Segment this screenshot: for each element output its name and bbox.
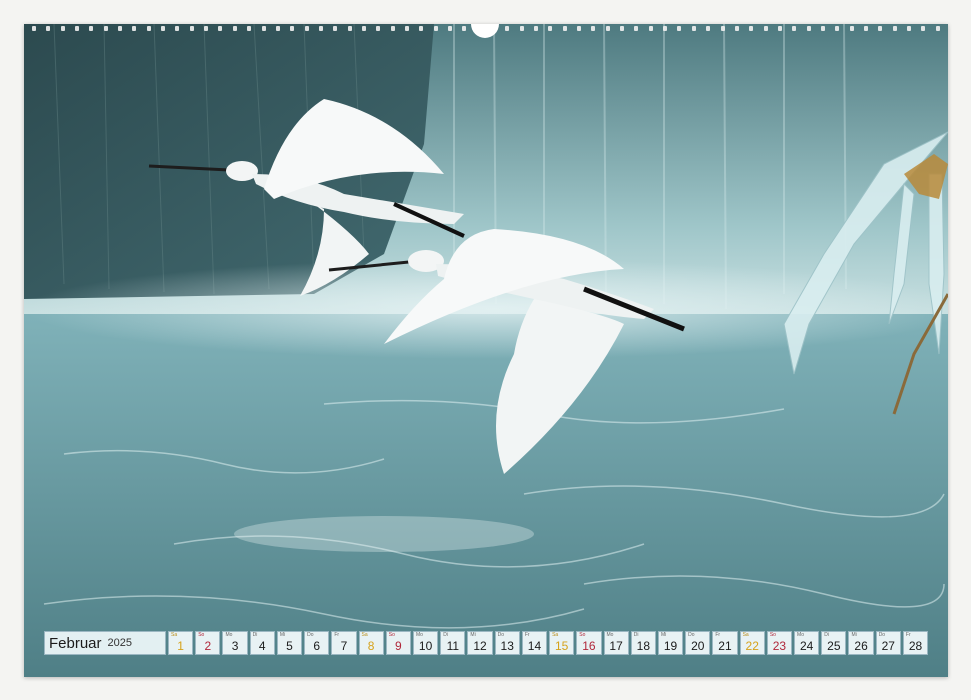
- day-cell: Sa 22: [739, 631, 765, 655]
- day-number: 16: [582, 639, 596, 653]
- day-number: 28: [908, 639, 923, 653]
- month-year: 2025: [107, 637, 133, 649]
- month-label: Februar 2025: [44, 631, 166, 655]
- day-number: 23: [772, 639, 787, 653]
- weekday-abbr: Mi: [279, 632, 286, 638]
- weekday-abbr: Do: [688, 632, 695, 638]
- day-cell: Di 25: [821, 631, 847, 655]
- day-cell: Do 27: [875, 631, 901, 655]
- day-number: 24: [799, 639, 814, 653]
- day-number: 8: [367, 639, 375, 653]
- day-cell: So 9: [385, 631, 411, 655]
- weekday-abbr: So: [198, 632, 205, 638]
- day-cell: Do 20: [685, 631, 711, 655]
- day-number: 27: [881, 639, 895, 653]
- weekday-abbr: Do: [497, 632, 505, 638]
- day-cell: Fr 28: [902, 631, 929, 655]
- weekday-abbr: Mo: [225, 632, 233, 638]
- day-number: 19: [663, 639, 678, 653]
- day-cell: Di 11: [440, 631, 466, 655]
- day-number: 25: [827, 639, 841, 653]
- weekday-abbr: Sa: [171, 632, 178, 638]
- day-number: 10: [418, 639, 433, 653]
- day-number: 26: [854, 639, 868, 653]
- weekday-abbr: Fr: [715, 632, 721, 638]
- day-number: 2: [204, 639, 212, 653]
- month-name: Februar: [49, 634, 102, 652]
- day-cell: Di 4: [249, 631, 275, 655]
- day-number: 4: [258, 639, 266, 653]
- day-number: 5: [286, 639, 293, 653]
- day-cell: Di 18: [630, 631, 656, 655]
- weekday-abbr: So: [388, 632, 395, 638]
- day-cell: Mo 24: [794, 631, 820, 655]
- day-number: 6: [313, 639, 321, 653]
- weekday-abbr: Fr: [524, 632, 530, 638]
- day-cell: Mi 26: [848, 631, 874, 655]
- day-number: 9: [395, 639, 402, 653]
- day-number: 3: [231, 639, 239, 653]
- weekday-abbr: Di: [824, 632, 829, 638]
- day-number: 12: [473, 639, 487, 653]
- weekday-abbr: Di: [633, 632, 639, 638]
- weekday-abbr: Sa: [552, 632, 559, 638]
- weekday-abbr: Mo: [415, 632, 423, 638]
- weekday-abbr: Do: [307, 632, 314, 638]
- weekday-abbr: Fr: [905, 632, 911, 638]
- day-cell: Fr 7: [331, 631, 357, 655]
- weekday-abbr: Mi: [851, 632, 857, 638]
- day-number: 20: [691, 639, 705, 653]
- day-cell: Mi 12: [467, 631, 493, 655]
- day-cell: So 16: [576, 631, 602, 655]
- weekday-abbr: Mi: [660, 632, 667, 638]
- day-cell: Mo 10: [412, 631, 439, 655]
- weekday-abbr: Di: [443, 632, 448, 638]
- weekday-abbr: Mo: [797, 632, 804, 638]
- weekday-abbr: Fr: [334, 632, 340, 638]
- day-number: 18: [636, 639, 650, 653]
- day-cell: Sa 8: [358, 631, 384, 655]
- weekday-abbr: Mo: [606, 632, 614, 638]
- day-cell: Fr 14: [521, 631, 548, 655]
- spoonbill-waterfall-photo: [24, 24, 948, 677]
- day-number: 11: [446, 639, 460, 653]
- day-cell: So 2: [195, 631, 221, 655]
- day-cell: Mi 5: [276, 631, 303, 655]
- day-cell: Mi 19: [657, 631, 684, 655]
- day-cell: Mo 17: [603, 631, 629, 655]
- weekday-abbr: So: [579, 632, 586, 638]
- day-cell: Do 13: [494, 631, 520, 655]
- day-cell: Sa 15: [549, 631, 575, 655]
- day-cell: So 23: [766, 631, 793, 655]
- calendar-page: Februar 2025 Sa 1 So 2 Mo 3 Di 4 Mi 5 Do 6 Fr 7 Sa 8 So 9…: [24, 24, 948, 677]
- day-number: 21: [718, 639, 732, 653]
- weekday-abbr: Di: [252, 632, 258, 638]
- day-number: 17: [609, 639, 623, 653]
- weekday-abbr: So: [769, 632, 776, 638]
- day-cell: Mo 3: [222, 631, 248, 655]
- day-number: 15: [554, 639, 569, 653]
- weekday-abbr: Do: [878, 632, 886, 638]
- day-cell: Sa 1: [168, 631, 194, 655]
- day-cell: Fr 21: [712, 631, 738, 655]
- day-number: 13: [500, 639, 514, 653]
- weekday-abbr: Sa: [361, 632, 368, 638]
- day-number: 7: [340, 639, 348, 653]
- day-cell: Do 6: [304, 631, 330, 655]
- weekday-abbr: Sa: [742, 632, 749, 638]
- day-number: 1: [177, 639, 184, 653]
- day-number: 22: [745, 639, 759, 653]
- day-number: 14: [527, 639, 542, 653]
- weekday-abbr: Mi: [470, 632, 476, 638]
- calendar-strip: Februar 2025 Sa 1 So 2 Mo 3 Di 4 Mi 5 Do 6 Fr 7 Sa 8 So 9…: [44, 631, 929, 655]
